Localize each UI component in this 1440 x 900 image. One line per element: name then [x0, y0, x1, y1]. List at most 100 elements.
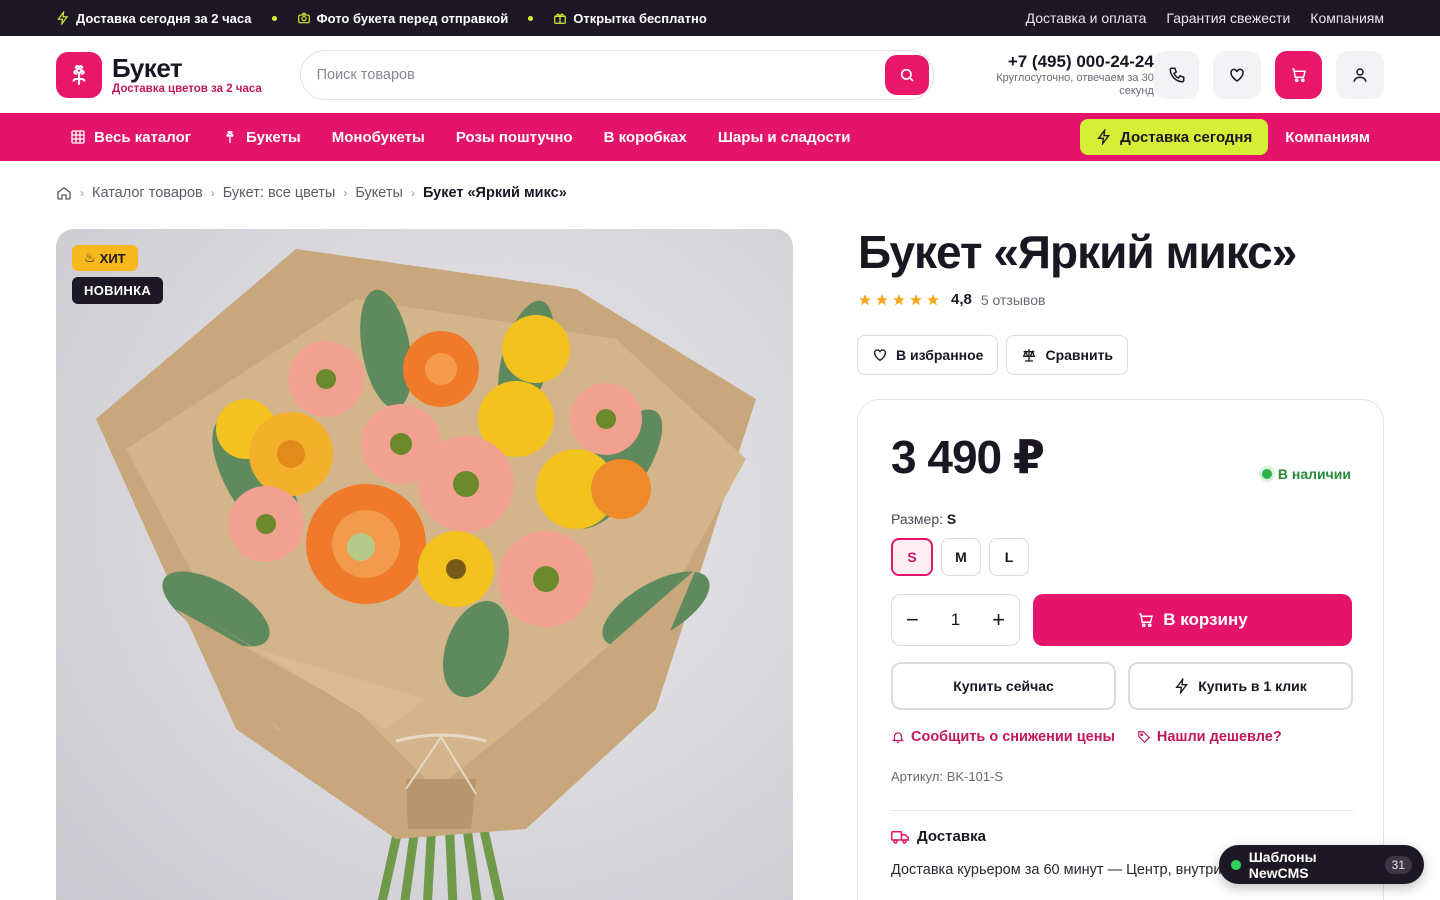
price-alert-label: Сообщить о снижении цены [911, 729, 1115, 745]
rating[interactable]: 4,8 5 отзывов [858, 291, 1045, 308]
main-nav: Весь каталог Букеты Монобукеты Розы пошт… [0, 113, 1440, 161]
breadcrumb: › Каталог товаров › Букет: все цветы › Б… [56, 185, 567, 201]
call-button[interactable] [1153, 50, 1200, 99]
nav-bouquets[interactable]: Букеты [222, 129, 301, 146]
phone-icon [1169, 67, 1185, 83]
account-button[interactable] [1336, 50, 1384, 99]
top-perks: Доставка сегодня за 2 часа Фото букета п… [56, 11, 707, 26]
star-icon [859, 293, 871, 305]
increase-button[interactable]: + [992, 609, 1005, 631]
nav-monobouquets[interactable]: Монобукеты [332, 129, 425, 146]
favorite-label: В избранное [896, 347, 984, 363]
one-click-label: Купить в 1 клик [1198, 678, 1307, 694]
stock-dot [1261, 469, 1272, 479]
fire-icon: ♨ [84, 250, 96, 265]
tag-icon [1138, 731, 1150, 744]
compare-label: Сравнить [1045, 347, 1114, 363]
size-option-l[interactable]: L [989, 538, 1029, 576]
breadcrumb-catalog[interactable]: Каталог товаров [92, 185, 203, 201]
size-options: S M L [891, 538, 1029, 576]
nav-delivery-today[interactable]: Доставка сегодня [1080, 119, 1269, 155]
link-companies[interactable]: Компаниям [1310, 10, 1384, 26]
lightning-icon [57, 11, 69, 25]
online-dot [1231, 859, 1241, 870]
nav-cta-label: Доставка сегодня [1120, 128, 1253, 146]
heart-icon [1230, 68, 1244, 82]
widget-count: 31 [1384, 855, 1412, 874]
chevron-right-icon: › [80, 186, 84, 200]
star-icon [910, 293, 922, 305]
user-icon [1353, 67, 1367, 82]
chevron-right-icon: › [410, 186, 415, 200]
link-delivery-payment[interactable]: Доставка и оплата [1026, 10, 1147, 26]
buy-now-button[interactable]: Купить сейчас [891, 662, 1116, 710]
top-bar: Доставка сегодня за 2 часа Фото букета п… [0, 0, 1440, 36]
top-links: Доставка и оплата Гарантия свежести Комп… [1026, 10, 1384, 26]
sku: Артикул: BK-101-S [891, 769, 1004, 784]
price-alert-link[interactable]: Сообщить о снижении цены [891, 729, 1115, 745]
search-bar [299, 49, 934, 100]
perk-delivery: Доставка сегодня за 2 часа [56, 11, 252, 26]
breadcrumb-bouquets[interactable]: Букеты [355, 185, 403, 201]
bouquet-illustration [96, 249, 756, 900]
scales-icon [1023, 349, 1036, 362]
one-click-button[interactable]: Купить в 1 клик [1128, 662, 1353, 710]
star-icon [927, 293, 939, 305]
logo[interactable]: Букет Доставка цветов за 2 часа [56, 51, 300, 98]
logo-title: Букет [112, 52, 183, 83]
logo-subtitle: Доставка цветов за 2 часа [112, 82, 262, 95]
stock-label: В наличии [1277, 466, 1351, 482]
nav-label: Весь каталог [94, 128, 191, 146]
badge-hit-label: ХИТ [99, 250, 126, 266]
search-button[interactable] [884, 54, 929, 95]
nav-companies[interactable]: Компаниям [1285, 129, 1370, 146]
breadcrumb-current: Букет «Яркий микс» [422, 185, 567, 201]
divider [890, 810, 1353, 811]
heart-icon [874, 349, 886, 362]
badge-new: НОВИНКА [72, 277, 164, 304]
truck-icon [891, 830, 909, 844]
decrease-button[interactable]: − [906, 609, 919, 631]
cart-icon [1139, 613, 1154, 628]
nav-balloons[interactable]: Шары и сладости [718, 129, 851, 146]
star-icon [876, 293, 888, 305]
size-label: Размер: S [891, 511, 957, 527]
nav-boxes[interactable]: В коробках [604, 129, 687, 146]
lightning-icon [1097, 129, 1111, 145]
add-to-cart-button[interactable]: В корзину [1033, 594, 1352, 646]
rating-value: 4,8 [951, 291, 972, 308]
separator-dot [271, 15, 277, 21]
phone-number[interactable]: +7 (495) 000-24-24 [980, 52, 1154, 72]
logo-badge [56, 51, 102, 98]
perk-label: Доставка сегодня за 2 часа [76, 10, 252, 26]
search-input[interactable] [316, 66, 885, 83]
quantity-value[interactable]: 1 [951, 610, 960, 630]
quantity-stepper: − 1 + [891, 594, 1020, 646]
home-icon[interactable] [56, 185, 72, 201]
grid-icon [71, 130, 85, 144]
size-option-m[interactable]: M [941, 538, 981, 576]
perk-photo: Фото букета перед отправкой [297, 11, 508, 26]
header: Букет Доставка цветов за 2 часа +7 (495)… [0, 36, 1440, 113]
cheaper-label: Нашли дешевле? [1156, 729, 1282, 745]
product-title: Букет «Яркий микс» [858, 226, 1297, 278]
gift-icon [554, 13, 567, 24]
templates-widget[interactable]: Шаблоны NewCMS 31 [1219, 845, 1424, 884]
product-image[interactable]: ♨ ХИТ НОВИНКА [56, 229, 793, 900]
favorites-button[interactable] [1213, 50, 1261, 99]
link-freshness[interactable]: Гарантия свежести [1166, 10, 1290, 26]
buy-card: 3 490 ₽ В наличии Размер: S S M L − 1 + … [857, 399, 1384, 900]
perk-card: Открытка бесплатно [553, 11, 707, 26]
phone-block: +7 (495) 000-24-24 Круглосуточно, отвеча… [980, 52, 1154, 98]
size-option-s[interactable]: S [891, 538, 933, 576]
found-cheaper-link[interactable]: Нашли дешевле? [1137, 729, 1282, 745]
price: 3 490 ₽ [891, 431, 1045, 483]
reviews-count[interactable]: 5 отзывов [981, 292, 1046, 308]
compare-button[interactable]: Сравнить [1006, 335, 1129, 375]
nav-catalog[interactable]: Весь каталог [70, 129, 191, 146]
cart-button[interactable] [1274, 50, 1323, 99]
nav-roses[interactable]: Розы поштучно [456, 129, 573, 146]
add-to-favorites-button[interactable]: В избранное [857, 335, 999, 375]
camera-icon [297, 12, 310, 24]
breadcrumb-all-flowers[interactable]: Букет: все цветы [223, 185, 336, 201]
